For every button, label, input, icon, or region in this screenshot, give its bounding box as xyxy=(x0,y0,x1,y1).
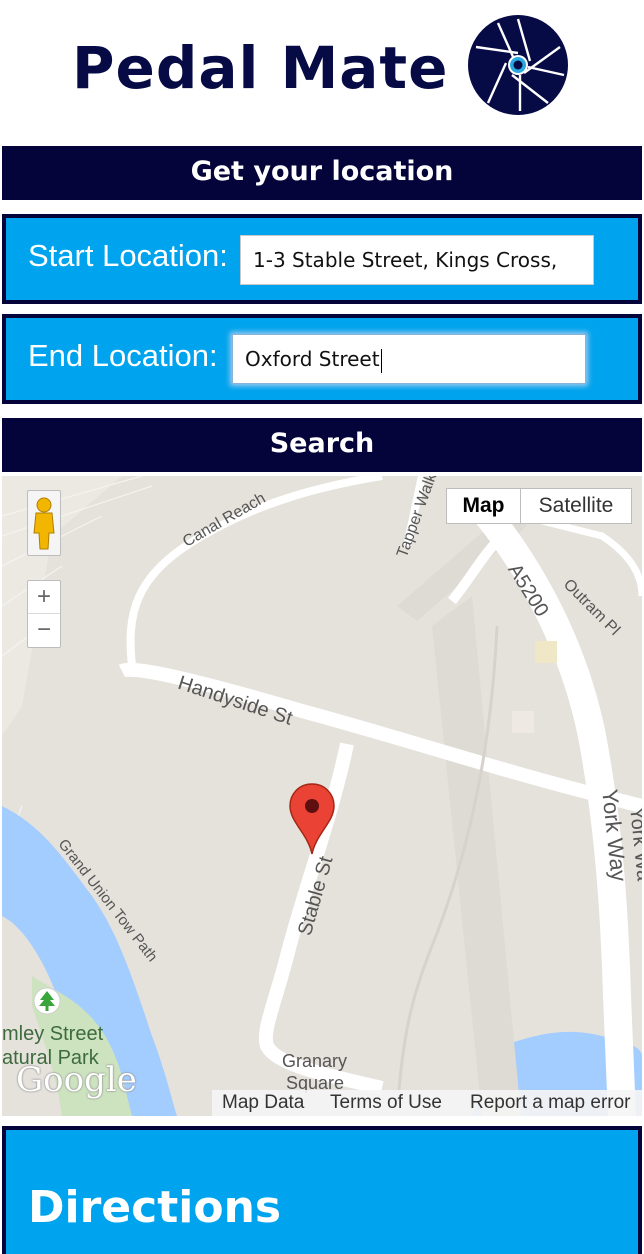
text-caret xyxy=(380,348,382,373)
report-map-error-link[interactable]: Report a map error xyxy=(470,1092,631,1114)
end-location-panel: End Location: Oxford Street xyxy=(2,314,642,404)
map-pin-icon[interactable] xyxy=(288,782,336,856)
map-footer: Map Data Terms of Use Report a map error xyxy=(212,1090,642,1116)
directions-title: Directions xyxy=(28,1182,282,1233)
directions-panel: Directions xyxy=(2,1126,642,1254)
map-view[interactable]: Canal Reach Tapper Walk A5200 Outram Pl … xyxy=(2,476,642,1116)
start-location-input[interactable]: 1-3 Stable Street, Kings Cross, xyxy=(240,235,594,285)
map-type-map-button[interactable]: Map xyxy=(446,488,521,524)
map-data-link[interactable]: Map Data xyxy=(222,1092,304,1114)
google-logo: Google xyxy=(16,1060,137,1100)
terms-of-use-link[interactable]: Terms of Use xyxy=(330,1092,442,1114)
get-location-button[interactable]: Get your location xyxy=(2,146,642,200)
start-location-panel: Start Location: 1-3 Stable Street, Kings… xyxy=(2,214,642,304)
street-view-control[interactable] xyxy=(27,490,61,556)
end-location-value: Oxford Street xyxy=(245,347,380,371)
street-label-camley-1: mley Street xyxy=(2,1023,104,1045)
end-location-label: End Location: xyxy=(28,338,218,373)
app-header: Pedal Mate xyxy=(0,0,644,146)
end-location-input[interactable]: Oxford Street xyxy=(232,334,586,384)
search-button[interactable]: Search xyxy=(2,418,642,472)
zoom-control: + − xyxy=(27,580,61,648)
pegman-icon xyxy=(33,497,55,550)
app-title: Pedal Mate xyxy=(72,34,449,102)
zoom-in-button[interactable]: + xyxy=(28,581,60,614)
map-type-satellite-button[interactable]: Satellite xyxy=(520,488,632,524)
zoom-out-button[interactable]: − xyxy=(28,614,60,647)
street-label-granary-1: Granary xyxy=(282,1051,348,1071)
camera-aperture-icon xyxy=(468,15,568,115)
start-location-label: Start Location: xyxy=(28,238,228,273)
tree-icon[interactable] xyxy=(32,986,62,1016)
